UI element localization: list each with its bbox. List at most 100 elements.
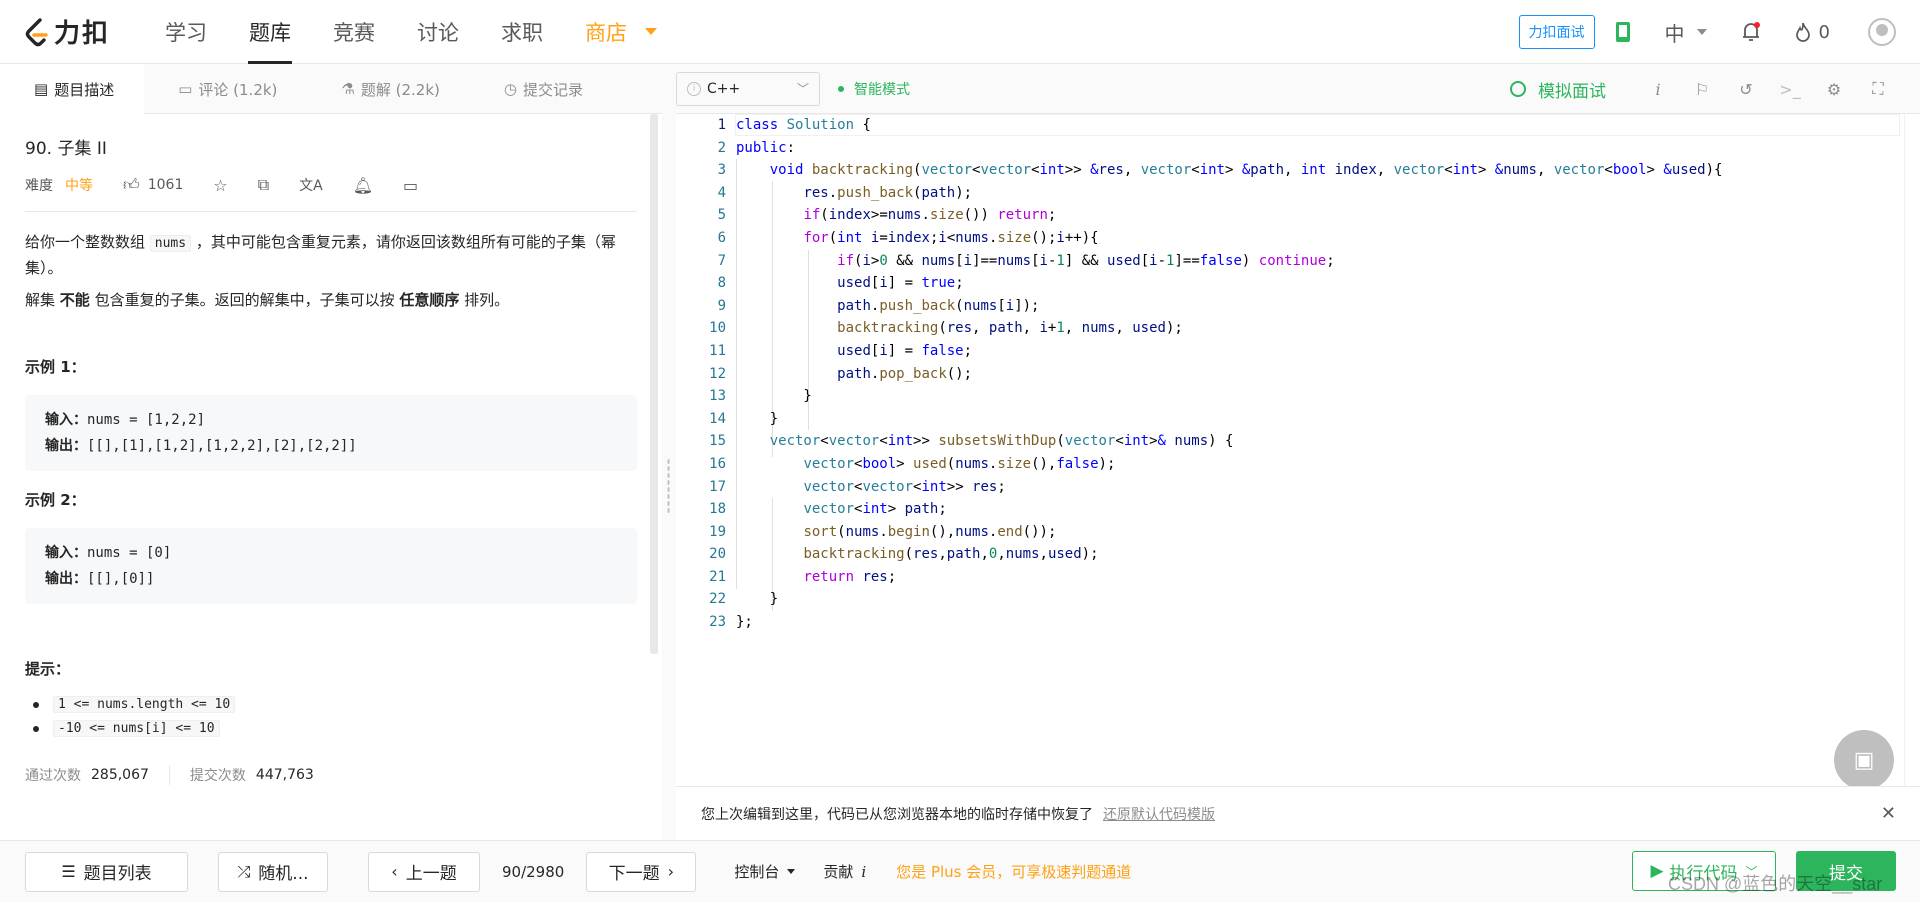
description-paragraph-1: 给你一个整数数组 nums ，其中可能包含重复元素，请你返回该数组所有可能的子集… xyxy=(25,230,637,280)
tab-submissions[interactable]: ◷ 提交记录 xyxy=(470,64,613,114)
drag-handle-icon xyxy=(667,458,670,514)
star-icon[interactable]: ☆ xyxy=(213,176,227,195)
like-button[interactable]: 👍︎ 1061 xyxy=(123,175,183,195)
feedback-icon[interactable]: ▭ xyxy=(403,176,418,195)
points-value: 0 xyxy=(1818,21,1830,43)
line-number: 5 xyxy=(717,207,726,224)
problem-meta: 难度 中等 👍︎ 1061 ☆ ⧉ 文A 🔔︎ ▭ xyxy=(25,173,637,197)
contribute-label: 贡献 xyxy=(823,863,854,881)
shuffle-icon: ⤮ xyxy=(237,861,251,881)
contribute-button[interactable]: 贡献 i xyxy=(823,861,866,882)
nav-discuss[interactable]: 讨论 xyxy=(396,0,480,64)
tab-description-label: 题目描述 xyxy=(54,80,115,99)
editor-scrollbar[interactable] xyxy=(1904,114,1920,786)
nav-problems[interactable]: 题库 xyxy=(228,0,312,64)
doc-icon: ▤ xyxy=(34,80,49,98)
flask-icon: ⚗ xyxy=(341,80,355,98)
user-avatar[interactable] xyxy=(1868,18,1896,46)
like-count: 1061 xyxy=(147,177,184,193)
line-number: 10 xyxy=(709,320,726,337)
nav-store[interactable]: 商店 xyxy=(564,0,678,64)
language-switch[interactable]: 中 xyxy=(1665,18,1707,47)
brand-name: 力扣 xyxy=(54,19,111,49)
history-icon: ◷ xyxy=(503,80,517,98)
interview-button[interactable]: 力扣面试 xyxy=(1518,15,1595,49)
translate-icon[interactable]: 文A xyxy=(299,175,323,195)
info-italic-icon: i xyxy=(861,862,867,881)
bell-icon[interactable]: 🔔︎ xyxy=(353,176,373,195)
submissions-value: 447,763 xyxy=(255,767,314,783)
next-problem-button[interactable]: 下一题 › xyxy=(586,851,697,892)
flag-icon[interactable]: ⚐ xyxy=(1680,80,1724,99)
list-item: 1 <= nums.length <= 10 xyxy=(33,693,637,717)
panel-splitter[interactable] xyxy=(662,64,676,840)
line-number: 1 xyxy=(717,117,726,133)
line-number: 16 xyxy=(709,455,726,472)
line-number: 14 xyxy=(709,410,726,427)
line-number: 15 xyxy=(709,433,726,450)
reset-icon[interactable]: ↺ xyxy=(1724,80,1768,99)
desc-bold: 任意顺序 xyxy=(399,291,460,309)
description-paragraph-2: 解集 不能 包含重复的子集。返回的解集中，子集可以按 任意顺序 排列。 xyxy=(25,288,637,312)
tab-solutions-label: 题解 (2.2k) xyxy=(360,80,440,99)
nav-jobs[interactable]: 求职 xyxy=(480,0,564,64)
line-number: 21 xyxy=(709,568,726,585)
line-number: 3 xyxy=(717,162,726,179)
line-number: 13 xyxy=(709,388,726,405)
bottom-bar: ☰ 题目列表 ⤮ 随机... ‹ 上一题 90/2980 下一题 › 控制台 贡… xyxy=(0,840,1920,902)
leetcode-logo[interactable]: 力扣 xyxy=(24,13,120,50)
tab-description[interactable]: ▤ 题目描述 xyxy=(0,64,145,114)
line-number: 8 xyxy=(717,275,726,292)
line-number: 23 xyxy=(709,614,726,631)
fullscreen-icon[interactable]: ⛶ xyxy=(1856,79,1900,99)
next-label: 下一题 xyxy=(608,864,660,884)
mobile-app-icon[interactable] xyxy=(1615,21,1631,43)
language-select[interactable]: i C++ ﹀ xyxy=(676,71,820,106)
tab-comments[interactable]: ▭ 评论 (1.2k) xyxy=(144,64,307,114)
desc-text: 排列。 xyxy=(459,291,510,309)
notification-bell-icon[interactable] xyxy=(1741,21,1761,43)
input-label: 输入： xyxy=(45,545,87,561)
example-output: [[],[1],[1,2],[1,2,2],[2],[2,2]] xyxy=(87,438,357,454)
fire-icon xyxy=(1795,22,1810,42)
settings-icon[interactable]: ⚙ xyxy=(1812,80,1856,99)
notebook-icon[interactable]: ▣ xyxy=(1834,730,1894,790)
leetcode-logo-icon xyxy=(25,17,48,46)
inline-code: nums xyxy=(149,235,192,252)
mock-interview-button[interactable]: 模拟面试 xyxy=(1510,77,1606,102)
thumbs-up-icon: 👍︎ xyxy=(123,175,140,194)
alarm-clock-icon xyxy=(1510,81,1526,97)
line-number: 12 xyxy=(709,365,726,382)
terminal-icon[interactable]: >_ xyxy=(1768,80,1812,99)
prev-problem-button[interactable]: ‹ 上一题 xyxy=(368,851,480,892)
nav-learn[interactable]: 学习 xyxy=(144,0,228,64)
line-number-gutter: 1 2 3 4 5 6 7 8 9 10 11 12 13 14 15 16 17 18 19 20 21 22 23 xyxy=(676,114,726,634)
problem-list-button[interactable]: ☰ 题目列表 xyxy=(25,851,188,892)
restore-default-link[interactable]: 还原默认代码模版 xyxy=(1103,804,1215,824)
nav-contest[interactable]: 竞赛 xyxy=(312,0,396,64)
desc-text: 给你一个整数数组 xyxy=(25,233,150,251)
info-italic-icon[interactable]: i xyxy=(1636,80,1680,99)
code-editor[interactable]: 1 2 3 4 5 6 7 8 9 10 11 12 13 14 15 16 17 18 19 20 21 22 23 cl… xyxy=(676,114,1904,786)
smart-mode-toggle[interactable]: 智能模式 xyxy=(838,79,910,99)
code-content[interactable]: class Solution { public: void backtracki… xyxy=(736,114,1722,634)
line-number: 4 xyxy=(717,184,726,201)
line-number: 11 xyxy=(709,342,726,359)
line-number: 17 xyxy=(709,478,726,495)
console-toggle[interactable]: 控制台 xyxy=(734,861,796,882)
close-icon[interactable]: ✕ xyxy=(1881,803,1896,824)
random-button[interactable]: ⤮ 随机... xyxy=(218,851,328,892)
comment-icon: ▭ xyxy=(178,80,193,98)
desc-bold: 不能 xyxy=(59,291,90,309)
example-input: nums = [1,2,2] xyxy=(87,412,206,428)
plus-member-note: 您是 Plus 会员，可享极速判题通道 xyxy=(896,863,1132,881)
line-number: 18 xyxy=(709,501,726,518)
divider xyxy=(168,765,170,785)
tab-solutions[interactable]: ⚗ 题解 (2.2k) xyxy=(307,64,469,114)
line-number: 2 xyxy=(717,139,726,156)
share-icon[interactable]: ⧉ xyxy=(258,175,269,195)
points-counter[interactable]: 0 xyxy=(1795,22,1830,43)
output-label: 输出： xyxy=(45,571,87,587)
info-icon: i xyxy=(687,81,701,96)
description-scrollbar[interactable] xyxy=(650,114,658,654)
